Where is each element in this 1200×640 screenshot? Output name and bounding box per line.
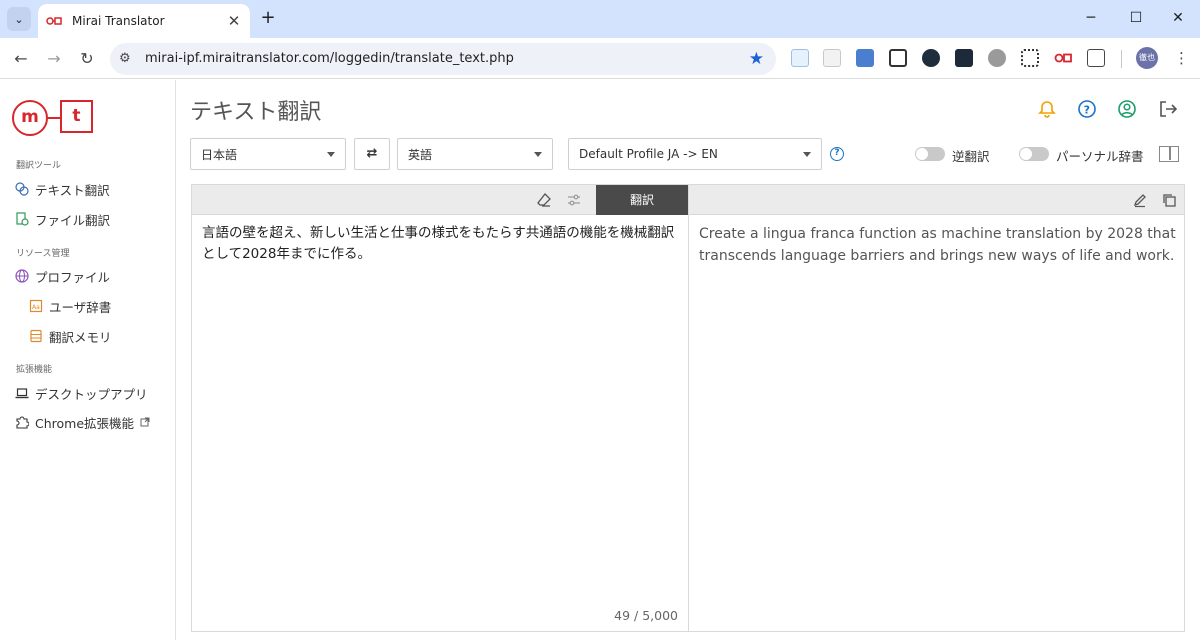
- browser-tabbar: ⌄ Mirai Translator ✕ + ─ ☐ ✕: [0, 0, 1200, 38]
- puzzle-icon: [16, 416, 29, 429]
- logo-m: m: [12, 100, 48, 136]
- bell-icon[interactable]: [1037, 99, 1057, 119]
- extension-icon-1[interactable]: [791, 49, 809, 67]
- source-language-value: 日本語: [201, 147, 238, 162]
- tab-search-button[interactable]: ⌄: [7, 7, 31, 31]
- text-translate-icon: [15, 182, 29, 196]
- sidebar-item-label: Chrome拡張機能: [35, 415, 135, 431]
- reload-button[interactable]: ↻: [76, 48, 98, 70]
- toolbar-divider: [1121, 50, 1122, 68]
- target-language-select[interactable]: 英語: [397, 138, 553, 170]
- sidebar-item-label: 翻訳メモリ: [49, 329, 112, 345]
- mirai-favicon-icon: [46, 17, 62, 25]
- translate-button[interactable]: 翻訳: [596, 185, 688, 215]
- target-language-value: 英語: [408, 147, 433, 162]
- sidebar-item-profile[interactable]: プロファイル: [15, 266, 110, 286]
- sidebar-item-user-dictionary[interactable]: Aa ユーザ辞書: [29, 296, 111, 316]
- extensions-puzzle-icon[interactable]: [1087, 49, 1105, 67]
- new-tab-button[interactable]: +: [258, 8, 278, 28]
- mirai-logo[interactable]: m t: [12, 100, 96, 136]
- section-resource-management: リソース管理: [16, 249, 70, 259]
- copy-icon[interactable]: [1161, 192, 1177, 208]
- external-link-icon: [140, 417, 150, 427]
- user-account-icon[interactable]: [1117, 99, 1137, 119]
- close-window-button[interactable]: ✕: [1163, 8, 1193, 28]
- settings-sliders-icon[interactable]: [566, 192, 582, 208]
- dictionary-icon: Aa: [29, 299, 43, 313]
- forward-button[interactable]: →: [43, 48, 65, 70]
- section-extensions: 拡張機能: [16, 365, 53, 375]
- extension-icon-5[interactable]: [922, 49, 940, 67]
- target-text-pane: Create a lingua franca function as machi…: [688, 215, 1184, 631]
- sidebar-item-desktop-app[interactable]: デスクトップアプリ: [15, 383, 148, 403]
- sidebar-item-file-translate[interactable]: ファイル翻訳: [15, 209, 110, 229]
- browser-tab[interactable]: Mirai Translator ✕: [38, 4, 250, 38]
- sidebar-item-label: プロファイル: [35, 269, 111, 285]
- logo-t: t: [60, 100, 93, 133]
- sidebar-item-label: テキスト翻訳: [35, 182, 110, 198]
- sidebar-item-text-translate[interactable]: テキスト翻訳: [15, 179, 110, 199]
- memory-icon: [30, 329, 42, 343]
- sidebar-item-label: ファイル翻訳: [35, 212, 111, 228]
- screenshot-extension-icon[interactable]: [889, 49, 907, 67]
- section-translation-tools: 翻訳ツール: [16, 161, 62, 171]
- laptop-icon: [15, 388, 29, 399]
- source-language-select[interactable]: 日本語: [190, 138, 346, 170]
- extension-icon-2[interactable]: [823, 49, 841, 67]
- sidebar-item-translation-memory[interactable]: 翻訳メモリ: [29, 326, 112, 346]
- sidebar-item-chrome-extension[interactable]: Chrome拡張機能: [15, 412, 150, 432]
- tab-title: Mirai Translator: [72, 14, 165, 28]
- bookmark-star-icon[interactable]: ★: [749, 49, 764, 69]
- back-button[interactable]: ←: [10, 48, 32, 70]
- character-count: 49 / 5,000: [614, 608, 678, 623]
- extension-icon-7[interactable]: [988, 49, 1006, 67]
- mirai-extension-icon[interactable]: [1054, 49, 1072, 67]
- translation-panes: 翻訳 言語の壁を超え、新しい生活と仕事の様式をもたらす共通語の機能を機械翻訳とし…: [191, 184, 1185, 632]
- logo-connector: [48, 117, 60, 119]
- personal-dictionary-label: パーソナル辞書: [1056, 149, 1144, 164]
- qr-code-extension-icon[interactable]: [1021, 49, 1039, 67]
- svg-text:?: ?: [1084, 104, 1090, 117]
- url-text: mirai-ipf.miraitranslator.com/loggedin/t…: [145, 51, 514, 66]
- personal-dictionary-toggle[interactable]: [1019, 147, 1049, 161]
- page-title: テキスト翻訳: [190, 100, 322, 125]
- eraser-icon[interactable]: [536, 192, 552, 208]
- help-icon[interactable]: ?: [1077, 99, 1097, 119]
- translate-extension-icon[interactable]: [856, 49, 874, 67]
- swap-languages-button[interactable]: ⇄: [354, 138, 390, 170]
- chevron-down-icon: [534, 151, 542, 157]
- reverse-translation-label: 逆翻訳: [952, 149, 990, 164]
- maximize-button[interactable]: ☐: [1121, 8, 1151, 28]
- chevron-down-icon: [327, 151, 335, 157]
- target-toolbar: [688, 185, 1184, 215]
- svg-text:Aa: Aa: [32, 304, 40, 311]
- side-panel-icon[interactable]: [1159, 146, 1179, 162]
- reverse-translation-toggle[interactable]: [915, 147, 945, 161]
- logout-icon[interactable]: [1158, 99, 1178, 119]
- globe-icon: [15, 269, 29, 283]
- translated-text: Create a lingua franca function as machi…: [699, 226, 1176, 264]
- source-text-input[interactable]: 言語の壁を超え、新しい生活と仕事の様式をもたらす共通語の機能を機械翻訳として20…: [202, 223, 678, 265]
- profile-select-value: Default Profile JA -> EN: [579, 147, 718, 161]
- sidebar-item-label: ユーザ辞書: [49, 299, 112, 315]
- source-toolbar: 翻訳: [192, 185, 688, 215]
- react-devtools-icon[interactable]: [955, 49, 973, 67]
- edit-pencil-icon[interactable]: [1132, 192, 1148, 208]
- sidebar-item-label: デスクトップアプリ: [35, 386, 148, 402]
- sidebar: m t 翻訳ツール テキスト翻訳 ファイル翻訳 リソース管理 プロファイル Aa…: [0, 80, 176, 640]
- profile-avatar[interactable]: 徹也: [1136, 47, 1158, 69]
- address-bar[interactable]: ⚙ mirai-ipf.miraitranslator.com/loggedin…: [110, 43, 776, 75]
- minimize-button[interactable]: ─: [1076, 8, 1106, 28]
- browser-menu-icon[interactable]: ⋮: [1174, 48, 1189, 68]
- site-info-icon[interactable]: ⚙: [119, 51, 131, 66]
- browser-toolbar: ← → ↻ ⚙ mirai-ipf.miraitranslator.com/lo…: [0, 38, 1200, 79]
- profile-help-icon[interactable]: ?: [830, 147, 844, 161]
- file-translate-icon: [16, 212, 29, 226]
- profile-select[interactable]: Default Profile JA -> EN: [568, 138, 822, 170]
- tab-close-icon[interactable]: ✕: [226, 12, 242, 30]
- chevron-down-icon: [803, 151, 811, 157]
